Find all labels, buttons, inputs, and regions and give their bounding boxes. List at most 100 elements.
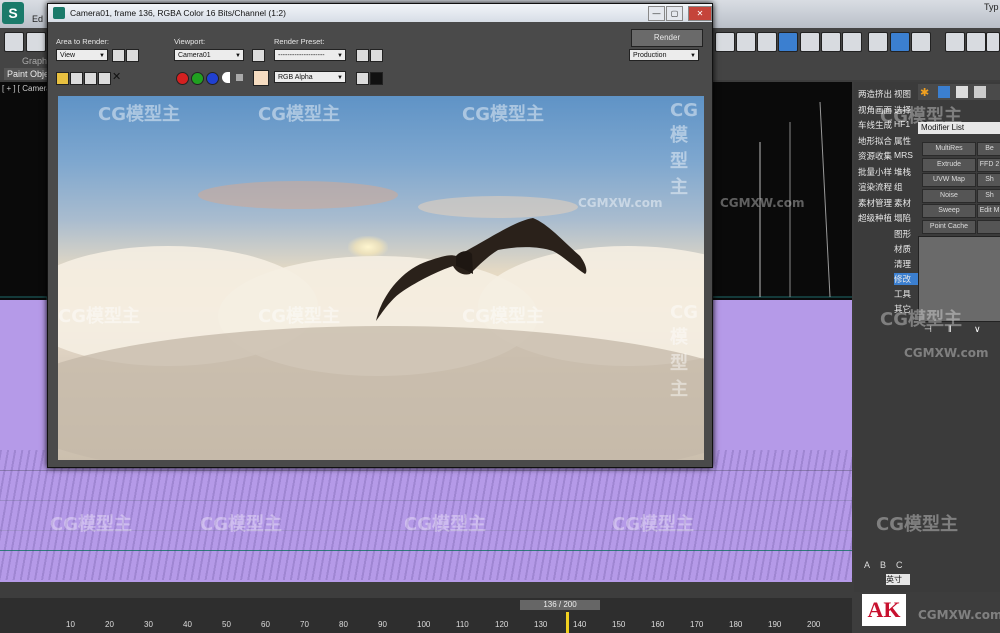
toolbar-icon-11[interactable] <box>945 32 965 52</box>
timeline-tick: 80 <box>339 620 348 629</box>
abc-row: A B C <box>856 560 916 572</box>
paint-objects-tab[interactable]: Paint Obje <box>4 68 53 80</box>
modifier-button[interactable]: Be <box>977 142 1000 156</box>
unit-dropdown[interactable]: 英寸 <box>886 574 910 585</box>
create-tab-icon[interactable]: ✱ <box>920 86 932 99</box>
blue-channel-icon[interactable] <box>206 72 219 85</box>
modifier-button[interactable]: UVW Map <box>922 173 976 187</box>
modify-tab-icon[interactable] <box>938 86 950 98</box>
timeline-tick: 160 <box>651 620 665 629</box>
monochrome-icon[interactable] <box>236 74 243 81</box>
close-icon[interactable]: ✕ <box>688 6 712 21</box>
clone-window-icon[interactable] <box>84 72 97 85</box>
cn-tool-button[interactable]: 组 <box>894 181 918 193</box>
hierarchy-tab-icon[interactable] <box>956 86 968 98</box>
menu-edit[interactable]: Ed <box>32 14 43 24</box>
toolbar-icon-2[interactable] <box>736 32 756 52</box>
render-window-icon <box>53 7 65 19</box>
toolbar-icon-5[interactable] <box>800 32 820 52</box>
alpha-channel-icon[interactable] <box>222 72 230 83</box>
toggle-overlay-icon[interactable] <box>370 72 383 85</box>
cn-tool-button[interactable]: 素材 <box>894 197 918 209</box>
toolbar-icon-12[interactable] <box>966 32 986 52</box>
minimize-icon[interactable]: — <box>648 6 665 21</box>
unlink-icon[interactable] <box>26 32 46 52</box>
edit-region-icon[interactable] <box>112 49 125 62</box>
render-button[interactable]: Render <box>631 29 703 47</box>
remove-modifier-icon[interactable]: ∨ <box>974 324 981 335</box>
search-field[interactable]: Typ <box>984 2 999 12</box>
viewport-dropdown[interactable]: Camera01 ▼ <box>174 49 244 61</box>
print-image-icon[interactable] <box>98 72 111 85</box>
display-channel-dropdown[interactable]: RGB Alpha ▼ <box>274 71 346 83</box>
timeline-tick: 90 <box>378 620 387 629</box>
modifier-button[interactable]: Sh <box>977 188 1000 203</box>
command-panel-tabs: ✱ <box>918 84 1000 100</box>
render-window-titlebar[interactable]: Camera01, frame 136, RGBA Color 16 Bits/… <box>48 4 712 22</box>
environment-icon[interactable] <box>370 49 383 62</box>
cn-tool-button[interactable]: 视图 <box>894 88 918 100</box>
toolbar-icon-13[interactable] <box>986 32 1000 52</box>
modifier-button[interactable]: Noise <box>922 188 976 203</box>
watermark: CG模型主 <box>670 302 698 400</box>
lock-viewport-icon[interactable] <box>252 49 265 62</box>
toolbar-icon-4[interactable] <box>778 32 798 52</box>
abc-c[interactable]: C <box>896 560 903 570</box>
modifier-button[interactable]: MultiRes <box>922 142 976 156</box>
app-logo-icon[interactable]: S <box>2 2 24 24</box>
cn-tool-button[interactable]: 属性 <box>894 135 918 147</box>
cn-tool-button[interactable]: 图形 <box>894 228 918 240</box>
modifier-button[interactable]: Edit M <box>977 204 1000 218</box>
toolbar-icon-6[interactable] <box>821 32 841 52</box>
modifier-button[interactable]: Sh <box>977 173 1000 187</box>
color-swatch[interactable] <box>253 70 269 86</box>
watermark-site: CGMXW.com <box>720 196 805 210</box>
toolbar-icon-1[interactable] <box>715 32 735 52</box>
render-preset-label: Render Preset: <box>274 37 325 46</box>
render-preset-dropdown[interactable]: -------------------- ▼ <box>274 49 346 61</box>
maximize-icon[interactable]: ▢ <box>666 6 683 21</box>
cn-tool-button[interactable]: 清理 <box>894 258 918 270</box>
auto-region-icon[interactable] <box>126 49 139 62</box>
timeline-tick: 170 <box>690 620 704 629</box>
modifier-button[interactable]: Extrude <box>922 157 976 172</box>
render-setup-icon[interactable] <box>356 49 369 62</box>
watermark: CG模型主 <box>612 514 694 535</box>
render-preset-value: -------------------- <box>278 52 325 59</box>
time-slider[interactable]: 136 / 200 <box>520 600 600 610</box>
cn-tool-button[interactable]: 堆栈 <box>894 166 918 178</box>
toolbar-icon-3[interactable] <box>757 32 777 52</box>
production-dropdown[interactable]: Production ▼ <box>629 49 699 61</box>
watermark: CG模型主 <box>462 306 544 327</box>
toolbar-icon-9[interactable] <box>890 32 910 52</box>
modifier-button[interactable]: FFD 2 <box>977 157 1000 172</box>
toolbar-icon-8[interactable] <box>868 32 888 52</box>
toolbar-icon-10[interactable] <box>911 32 931 52</box>
cn-tool-button[interactable]: 材质 <box>894 243 918 255</box>
abc-a[interactable]: A <box>864 560 870 570</box>
toggle-ui-icon[interactable] <box>356 72 369 85</box>
modifier-button[interactable]: Sweep <box>922 204 976 218</box>
rendered-image[interactable]: CG模型主 CG模型主 CG模型主 CG模型主 CG模型主 CG模型主 CG模型… <box>58 96 704 460</box>
clear-icon[interactable]: ✕ <box>112 70 121 83</box>
cn-tool-button[interactable]: 修改 <box>894 273 918 285</box>
select-link-icon[interactable] <box>4 32 24 52</box>
timeline-tick: 20 <box>105 620 114 629</box>
watermark: CG模型主 <box>876 514 958 535</box>
cn-tool-button[interactable]: 塌陷 <box>894 212 918 224</box>
graphite-tab[interactable]: Graphi <box>22 56 49 66</box>
motion-tab-icon[interactable] <box>974 86 986 98</box>
cn-tool-button[interactable]: 工具 <box>894 288 918 300</box>
modifier-button[interactable]: Point Cache <box>922 219 976 234</box>
toolbar-icon-7[interactable] <box>842 32 862 52</box>
green-channel-icon[interactable] <box>191 72 204 85</box>
copy-image-icon[interactable] <box>70 72 83 85</box>
area-to-render-dropdown[interactable]: View ▼ <box>56 49 108 61</box>
cn-tool-button[interactable]: MRS <box>894 150 918 162</box>
modifier-button[interactable] <box>977 219 1000 234</box>
timeline-tick: 140 <box>573 620 587 629</box>
save-image-icon[interactable] <box>56 72 69 85</box>
timeline-tick: 190 <box>768 620 782 629</box>
abc-b[interactable]: B <box>880 560 886 570</box>
red-channel-icon[interactable] <box>176 72 189 85</box>
